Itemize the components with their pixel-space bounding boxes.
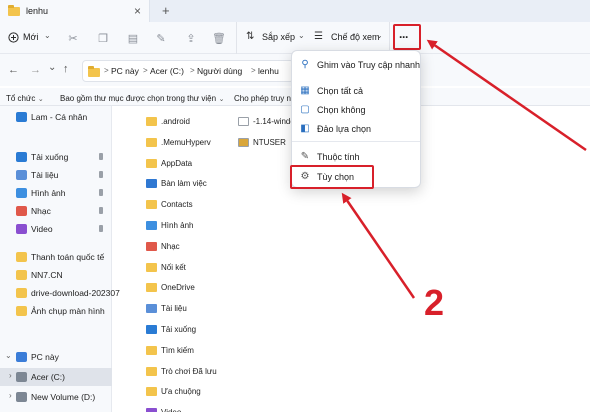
annotation-overlay [341,39,587,299]
arrow-to-options-item [341,192,416,299]
step-number-label: 2 [424,282,445,323]
arrow-to-more-button [426,39,587,152]
